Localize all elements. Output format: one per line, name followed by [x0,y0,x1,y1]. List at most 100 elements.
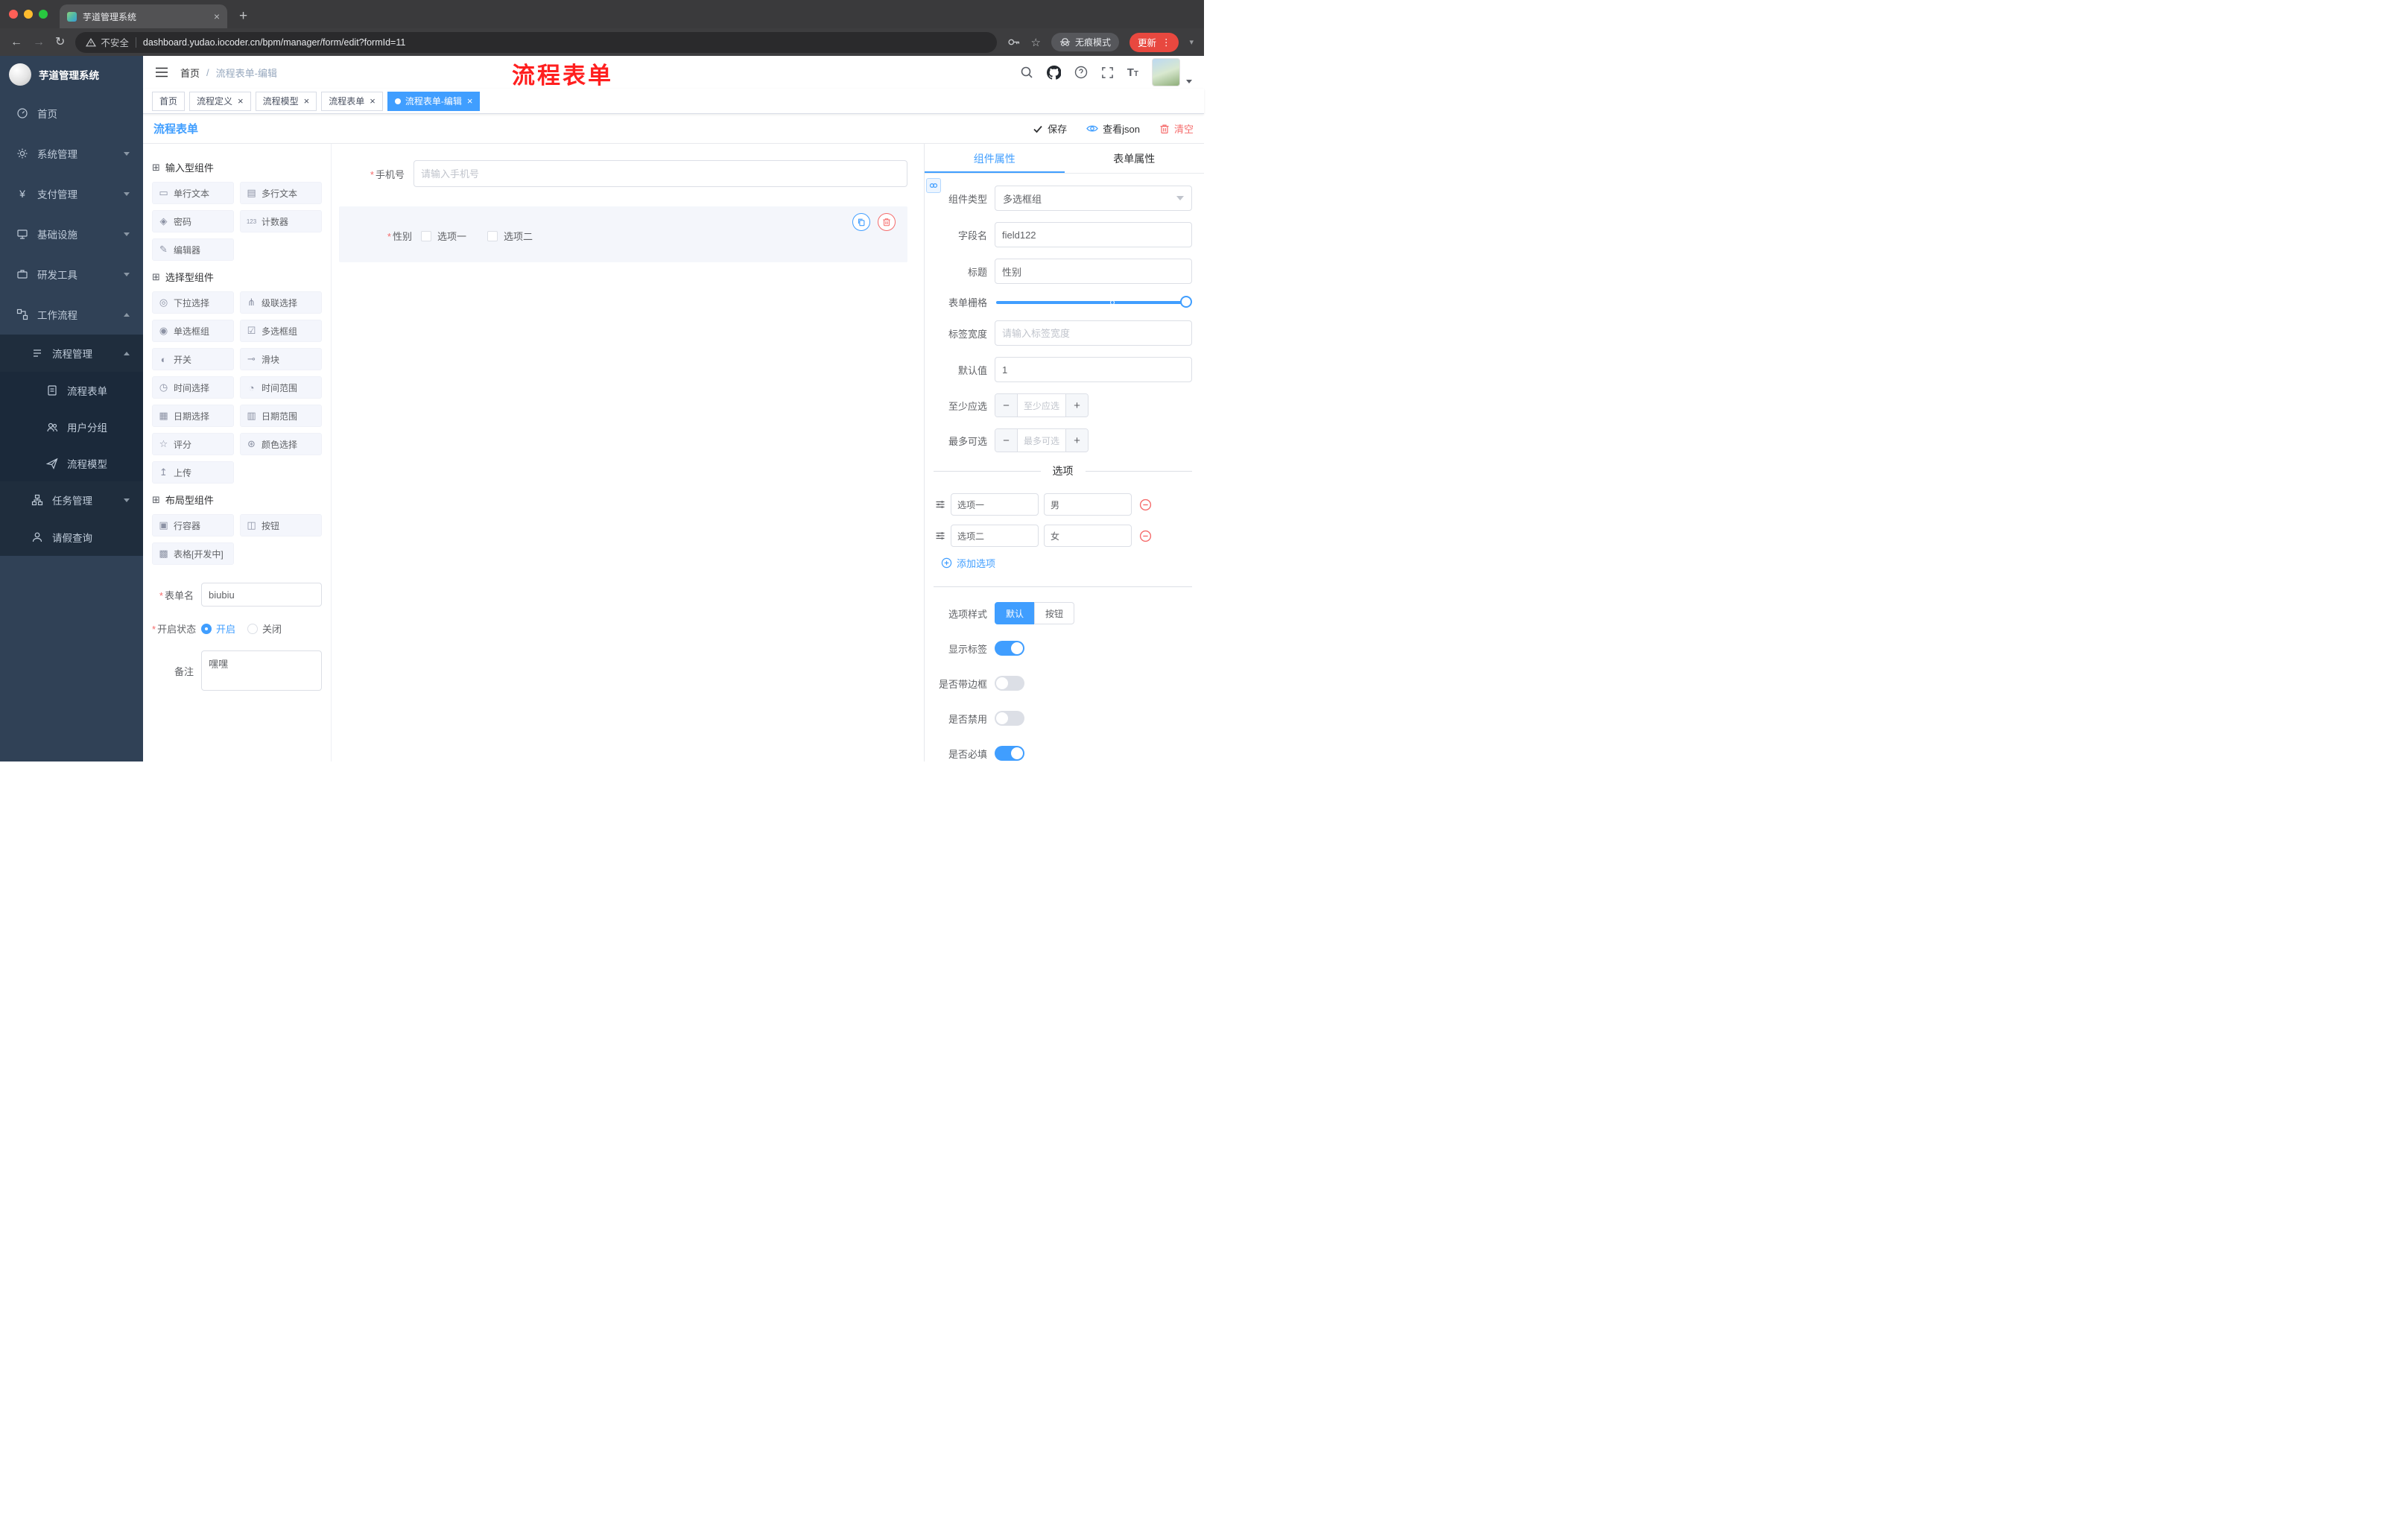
remove-option-button[interactable] [1139,498,1152,511]
option-value-input[interactable] [1044,493,1132,516]
address-bar[interactable]: 不安全 dashboard.yudao.iocoder.cn/bpm/manag… [75,31,998,53]
view-json-button[interactable]: 查看json [1086,121,1140,136]
clear-button[interactable]: 清空 [1159,121,1194,136]
status-radio-on[interactable]: 开启 [201,621,235,636]
tab-form-props[interactable]: 表单属性 [1065,144,1205,173]
disabled-toggle[interactable] [995,711,1024,726]
palette-item-table[interactable]: ▩ 表格[开发中] [152,542,234,565]
sidebar-item-system[interactable]: 系统管理 [0,133,143,174]
canvas-field-gender-selected[interactable]: * 性别 选项一 选项二 [339,206,907,262]
tag-process-form-edit[interactable]: 流程表单-编辑 × [387,91,481,111]
form-canvas[interactable]: * 手机号 请输入手机号 * 性别 选项一 选项二 [332,144,924,762]
search-icon[interactable] [1020,66,1033,79]
form-name-input[interactable] [201,583,322,607]
sidebar-item-leave-query[interactable]: 请假查询 [0,519,143,556]
palette-item-switch[interactable]: ◐ 开关 [152,348,234,370]
palette-item-counter[interactable]: 123 计数器 [240,210,322,232]
tag-process-model[interactable]: 流程模型 × [255,91,317,111]
palette-item-date-range[interactable]: ▥ 日期范围 [240,405,322,427]
help-icon[interactable] [1074,66,1088,79]
tab-component-props[interactable]: 组件属性 [925,144,1065,173]
slider-handle[interactable] [1180,295,1192,308]
palette-item-select[interactable]: ◎ 下拉选择 [152,291,234,314]
sidebar-item-process-form[interactable]: 流程表单 [0,372,143,408]
github-icon[interactable] [1046,65,1061,80]
option-label-input[interactable] [951,525,1039,547]
sidebar-item-devtools[interactable]: 研发工具 [0,254,143,294]
tag-process-definition[interactable]: 流程定义 × [189,91,251,111]
minus-icon[interactable]: − [995,429,1018,452]
remove-option-button[interactable] [1139,530,1152,542]
sidebar-item-process-model[interactable]: 流程模型 [0,445,143,481]
window-zoom-button[interactable] [39,10,48,19]
link-icon[interactable] [926,178,941,193]
hamburger-icon[interactable] [155,66,168,78]
save-button[interactable]: 保存 [1033,121,1067,136]
sidebar-item-home[interactable]: 首页 [0,93,143,133]
palette-item-checkbox-group[interactable]: ☑ 多选框组 [240,320,322,342]
plus-icon[interactable]: + [1065,394,1088,417]
window-close-button[interactable] [9,10,18,19]
sidebar-logo[interactable]: 芋道管理系统 [0,56,143,93]
palette-item-button[interactable]: ◫ 按钮 [240,514,322,536]
plus-icon[interactable]: + [1065,429,1088,452]
palette-item-rate[interactable]: ☆ 评分 [152,433,234,455]
form-grid-slider[interactable] [996,295,1192,308]
component-type-select[interactable]: 多选框组 [995,186,1192,211]
fullscreen-icon[interactable] [1101,66,1114,79]
password-key-icon[interactable] [1007,36,1020,48]
kebab-menu-icon[interactable]: ⋮ [1162,37,1171,48]
option-label-input[interactable] [951,493,1039,516]
reload-icon[interactable]: ↻ [55,36,65,48]
gender-checkbox-option2[interactable]: 选项二 [487,229,533,243]
user-avatar[interactable] [1152,58,1180,86]
tag-process-form[interactable]: 流程表单 × [321,91,383,111]
security-warning[interactable]: 不安全 [86,35,129,49]
style-button-button[interactable]: 按钮 [1034,602,1075,624]
font-size-icon[interactable]: TT [1127,66,1138,79]
palette-item-time-range[interactable]: ◔ 时间范围 [240,376,322,399]
tag-close-icon[interactable]: × [467,95,473,107]
form-remark-textarea[interactable]: 嘿嘿 [201,650,322,691]
phone-input[interactable] [414,160,907,187]
canvas-field-phone[interactable]: * 手机号 [332,160,907,187]
max-select-value[interactable]: 最多可选 [1018,429,1065,452]
style-default-button[interactable]: 默认 [995,602,1036,624]
palette-item-row-container[interactable]: ▣ 行容器 [152,514,234,536]
sidebar-item-user-group[interactable]: 用户分组 [0,408,143,445]
back-icon[interactable]: ← [10,36,22,48]
add-option-button[interactable]: 添加选项 [941,556,1192,570]
new-tab-button[interactable]: + [239,9,247,23]
copy-component-button[interactable] [852,213,870,231]
drag-handle-icon[interactable] [935,531,945,541]
default-value-input[interactable] [995,357,1192,382]
window-minimize-button[interactable] [24,10,33,19]
tag-close-icon[interactable]: × [370,95,376,107]
palette-item-cascader[interactable]: ⋔ 级联选择 [240,291,322,314]
palette-item-time-picker[interactable]: ◷ 时间选择 [152,376,234,399]
required-toggle[interactable] [995,746,1024,761]
palette-item-date-picker[interactable]: ▦ 日期选择 [152,405,234,427]
field-name-input[interactable] [995,222,1192,247]
sidebar-item-payment[interactable]: ¥ 支付管理 [0,174,143,214]
delete-component-button[interactable] [878,213,896,231]
sidebar-item-infrastructure[interactable]: 基础设施 [0,214,143,254]
status-radio-off[interactable]: 关闭 [247,621,282,636]
title-input[interactable] [995,259,1192,284]
palette-item-password[interactable]: ◈ 密码 [152,210,234,232]
tag-home[interactable]: 首页 [152,91,186,111]
palette-item-editor[interactable]: ✎ 编辑器 [152,238,234,261]
sidebar-item-workflow[interactable]: 工作流程 [0,294,143,335]
browser-tab[interactable]: 芋道管理系统 × [60,4,227,28]
bookmark-star-icon[interactable]: ☆ [1030,36,1040,49]
gender-checkbox-option1[interactable]: 选项一 [421,229,466,243]
palette-item-radio-group[interactable]: ◉ 单选框组 [152,320,234,342]
tag-close-icon[interactable]: × [238,95,244,107]
tag-close-icon[interactable]: × [304,95,310,107]
palette-item-color-picker[interactable]: ⊛ 颜色选择 [240,433,322,455]
forward-icon[interactable]: → [33,36,45,48]
minus-icon[interactable]: − [995,394,1018,417]
min-select-value[interactable]: 至少应选 [1018,394,1065,417]
browser-update-button[interactable]: 更新 ⋮ [1129,32,1179,52]
sidebar-item-task-manage[interactable]: 任务管理 [0,481,143,519]
